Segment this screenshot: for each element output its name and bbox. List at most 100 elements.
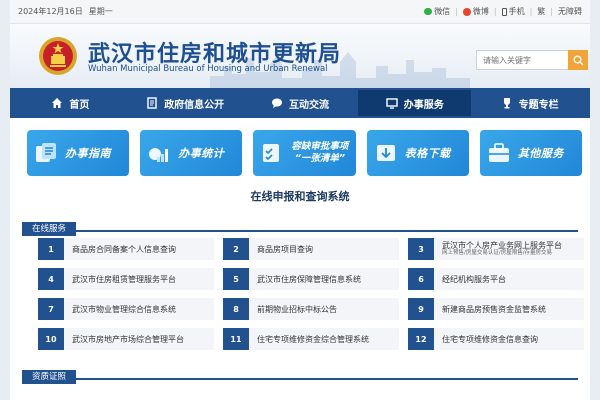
online-services-grid: 1 商品房合同备案个人信息查询 2 商品房项目查询 3 武汉市个人房产业务网上服务平台…: [38, 238, 584, 350]
chat-bubble-icon: [271, 98, 282, 108]
banner-label-line1: 容缺审批事项: [291, 141, 349, 152]
mobile-link[interactable]: 手机: [501, 6, 525, 17]
service-number: 5: [223, 268, 249, 290]
search-input[interactable]: [476, 50, 568, 70]
service-item[interactable]: 7 武汉市物业管理综合信息系统: [38, 298, 214, 320]
section-title: 在线申报和查询系统: [250, 190, 350, 203]
service-label: 经纪机构服务平台: [442, 274, 506, 284]
service-item[interactable]: 6 经纪机构服务平台: [408, 268, 584, 290]
nav-item-interaction[interactable]: 互动交流: [244, 90, 357, 116]
weibo-link[interactable]: 微博: [462, 6, 489, 17]
service-label: 前期物业招标中标公告: [257, 304, 337, 314]
service-label: 武汉市住房租赁管理服务平台: [72, 274, 176, 284]
nav-item-government-info[interactable]: 政府信息公开: [129, 90, 242, 116]
banner-form-download[interactable]: 表格下载: [366, 130, 469, 176]
banner-service-statistics[interactable]: 办事统计: [140, 130, 243, 176]
service-label: 武汉市房地产市场综合管理平台: [72, 334, 184, 344]
trophy-icon: [503, 98, 510, 109]
service-item[interactable]: 3 武汉市个人房产业务网上服务平台 网上预售/房屋交易认证/房屋限售/存量房交易: [408, 238, 584, 260]
banner-service-guide[interactable]: 办事指南: [27, 130, 130, 176]
document-icon: [147, 97, 157, 109]
search-button[interactable]: [568, 50, 588, 70]
banner-label: 办事指南: [65, 147, 111, 160]
weibo-icon: [462, 7, 471, 16]
certification-tabbar: 资质证照: [22, 364, 578, 384]
nav-label: 政府信息公开: [164, 99, 225, 111]
service-label: 商品房项目查询: [257, 244, 313, 254]
banner-label: 容缺审批事项 “一张清单”: [291, 141, 348, 165]
nav-item-special-topics[interactable]: 专题专栏: [473, 90, 586, 116]
wechat-icon: [424, 8, 433, 15]
site-header: 武汉市住房和城市更新局 Wuhan Municipal Bureau of Ho…: [10, 24, 590, 88]
service-label: 住宅专项维修资金综合管理系统: [257, 334, 369, 344]
service-banner-row: 办事指南 办事统计 容缺审批事项 “一张清单” 表格下载 其他服务: [10, 118, 590, 176]
banner-approval-checklist[interactable]: 容缺审批事项 “一张清单”: [253, 130, 356, 176]
service-label: 武汉市个人房产业务网上服务平台: [442, 241, 562, 250]
tab-online-services[interactable]: 在线服务: [22, 222, 77, 236]
service-label: 武汉市物业管理综合信息系统: [72, 304, 176, 314]
phone-icon: [501, 7, 507, 16]
banner-label-line2: “一张清单”: [294, 153, 346, 164]
date-text: 2024年12月16日: [18, 7, 83, 16]
search-icon: [573, 55, 583, 65]
tab-certifications[interactable]: 资质证照: [22, 370, 77, 384]
service-item[interactable]: 9 新建商品房预售资金监管系统: [408, 298, 584, 320]
services-icon: [488, 143, 509, 162]
banner-label: 表格下载: [404, 147, 451, 160]
service-number: 6: [408, 268, 434, 290]
service-number: 7: [38, 298, 64, 320]
divider: |: [455, 7, 458, 16]
service-item[interactable]: 4 武汉市住房租赁管理服务平台: [38, 268, 214, 290]
service-number: 10: [38, 328, 64, 350]
page-frame: 2024年12月16日 星期一 微信 | 微博 | 手机 | 繁 | 无障碍 武…: [10, 0, 590, 400]
accessibility-link[interactable]: 无障碍: [558, 6, 582, 17]
service-label: 商品房合同备案个人信息查询: [72, 244, 176, 254]
guide-icon: [36, 143, 56, 162]
nav-item-home[interactable]: 首页: [14, 90, 127, 116]
service-number: 8: [223, 298, 249, 320]
traditional-chinese-link[interactable]: 繁: [537, 6, 545, 17]
weibo-label: 微博: [472, 7, 489, 16]
service-sublabel: 网上预售/房屋交易认证/房屋限售/存量房交易: [442, 250, 553, 256]
nav-label: 互动交流: [288, 99, 329, 111]
banner-other-services[interactable]: 其他服务: [479, 130, 583, 176]
banner-label: 办事统计: [178, 147, 225, 160]
nav-label: 办事服务: [403, 99, 444, 111]
monitor-icon: [386, 98, 398, 109]
service-number: 2: [223, 238, 249, 260]
service-number: 4: [38, 268, 64, 290]
service-item[interactable]: 11 住宅专项维修资金综合管理系统: [223, 328, 399, 350]
service-item[interactable]: 10 武汉市房地产市场综合管理平台: [38, 328, 214, 350]
checklist-icon: [263, 144, 280, 162]
wechat-label: 微信: [434, 7, 451, 16]
service-item[interactable]: 2 商品房项目查询: [223, 238, 399, 260]
top-links: 微信 | 微博 | 手机 | 繁 | 无障碍: [424, 6, 582, 17]
national-emblem-logo: [39, 37, 77, 75]
service-label-group: 武汉市个人房产业务网上服务平台 网上预售/房屋交易认证/房屋限售/存量房交易: [434, 241, 562, 257]
banner-label: 其他服务: [517, 147, 564, 160]
mobile-label: 手机: [508, 7, 525, 16]
service-label: 新建商品房预售资金监管系统: [442, 304, 546, 314]
home-icon: [52, 98, 63, 108]
nav-label: 专题专栏: [518, 99, 559, 111]
main-nav: 首页 政府信息公开 互动交流 办事服务 专题专栏: [10, 88, 590, 118]
site-title-english: Wuhan Municipal Bureau of Housing and Ur…: [88, 64, 328, 74]
online-services-tabbar: 在线服务: [22, 216, 578, 236]
service-item[interactable]: 12 住宅专项维修资金信息查询: [408, 328, 584, 350]
service-label: 武汉市住房保障管理信息系统: [257, 274, 361, 284]
nav-label: 首页: [69, 99, 90, 111]
service-item[interactable]: 8 前期物业招标中标公告: [223, 298, 399, 320]
service-number: 11: [223, 328, 249, 350]
divider: |: [529, 7, 533, 16]
wechat-link[interactable]: 微信: [424, 6, 450, 17]
download-icon: [376, 145, 395, 161]
service-number: 9: [408, 298, 434, 320]
service-number: 3: [408, 238, 434, 260]
service-number: 1: [38, 238, 64, 260]
service-item[interactable]: 1 商品房合同备案个人信息查询: [38, 238, 214, 260]
site-search: [476, 50, 588, 70]
service-item[interactable]: 5 武汉市住房保障管理信息系统: [223, 268, 399, 290]
service-label: 住宅专项维修资金信息查询: [442, 334, 538, 344]
nav-item-services[interactable]: 办事服务: [358, 90, 472, 116]
service-number: 12: [408, 328, 434, 350]
